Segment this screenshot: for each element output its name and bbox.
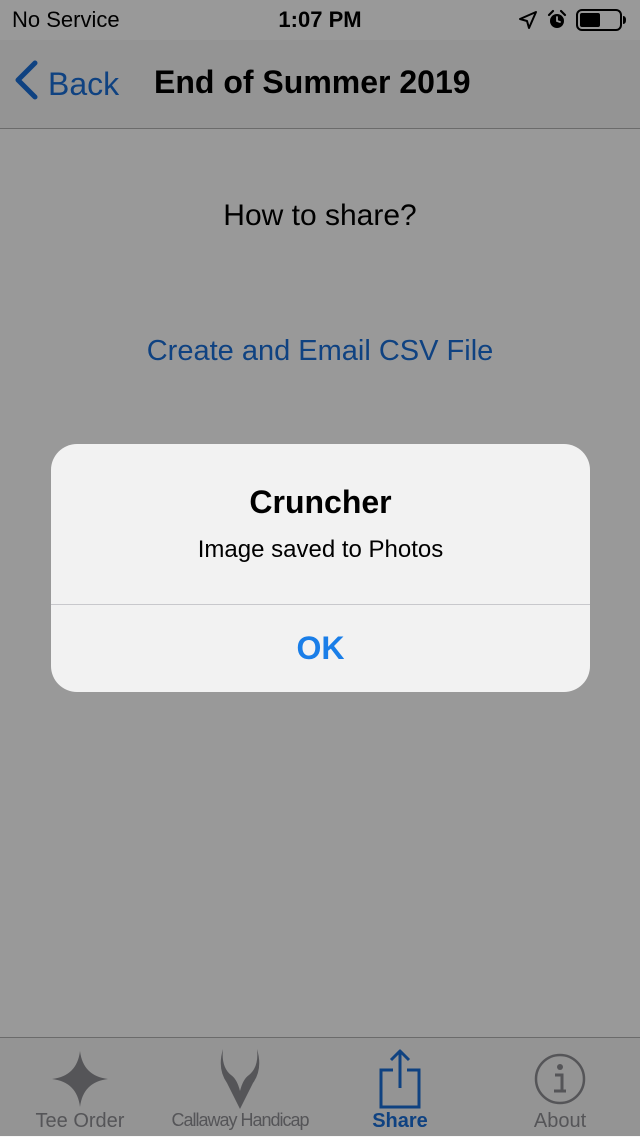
screen: No Service 1:07 PM Back End of Summer 20…: [0, 0, 640, 1137]
alert-dialog: Cruncher Image saved to Photos OK: [51, 444, 590, 692]
alert-ok-button[interactable]: OK: [51, 605, 590, 692]
alert-message: Image saved to Photos: [197, 536, 444, 563]
alert-title: Cruncher: [249, 484, 392, 520]
